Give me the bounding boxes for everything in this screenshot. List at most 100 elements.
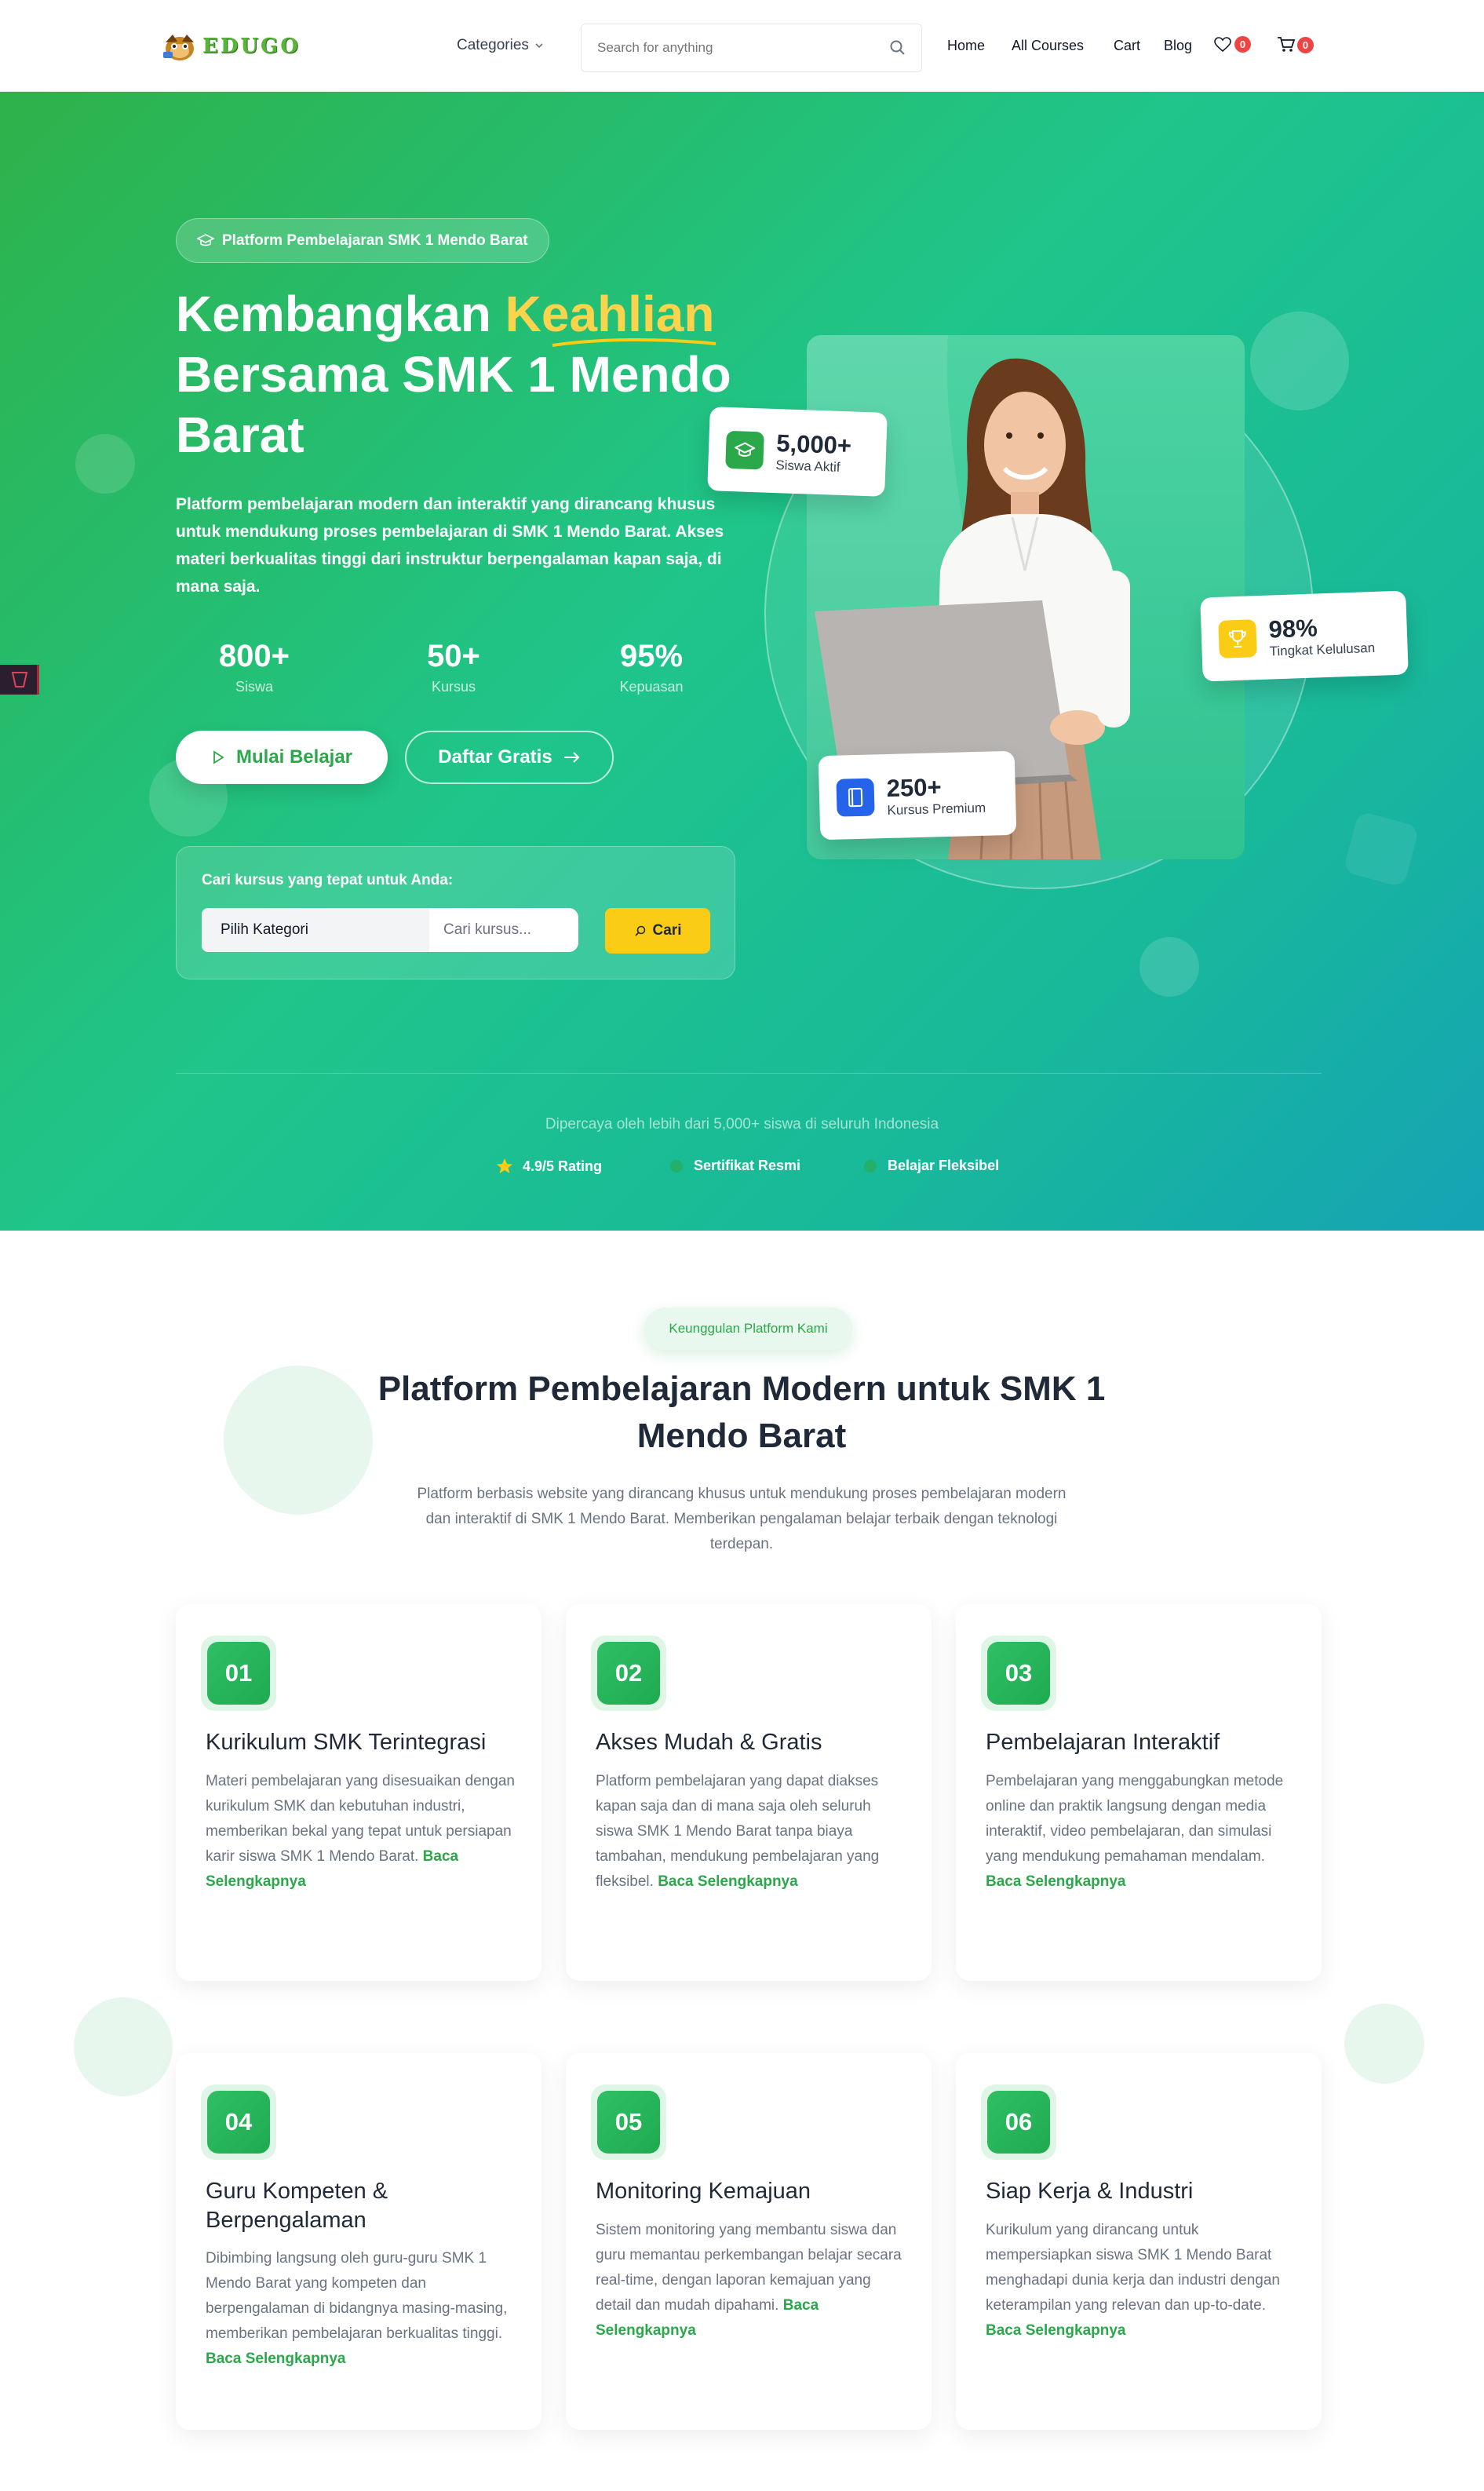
stat-card-label: Tingkat Kelulusan	[1269, 640, 1376, 659]
course-search-box: Cari kursus yang tepat untuk Anda: Pilih…	[176, 846, 735, 979]
logo-text: EDUGO	[202, 35, 301, 58]
hero-pill: Platform Pembelajaran SMK 1 Mendo Barat	[176, 218, 549, 263]
trophy-icon	[1218, 618, 1257, 658]
features-subtitle: Platform berbasis website yang dirancang…	[417, 1486, 1067, 1552]
stat-card-label: Siswa Aktif	[775, 457, 840, 475]
certificate-icon	[670, 1159, 683, 1173]
feature-description: Platform pembelajaran yang dapat diakses…	[596, 1773, 880, 1890]
course-search-button[interactable]: Cari	[605, 908, 710, 954]
feature-title: Guru Kompeten & Berpengalaman	[206, 2179, 388, 2233]
trust-item-rating: 4.9/5 Rating	[496, 1158, 602, 1175]
feature-card: 04 Guru Kompeten & Berpengalaman Dibimbi…	[176, 2053, 541, 2430]
heart-icon	[1214, 36, 1231, 52]
hero-title: Kembangkan Keahlian Bersama SMK 1 Mendo …	[176, 284, 772, 465]
trust-text: Dipercaya oleh lebih dari 5,000+ siswa d…	[545, 1116, 939, 1132]
hero-title-highlight: Keahlian	[505, 284, 716, 347]
feature-number: 03	[981, 1636, 1056, 1711]
features-title: Platform Pembelajaran Modern untuk SMK 1…	[377, 1370, 1106, 1455]
feature-number: 01	[201, 1636, 276, 1711]
hero-stats: 800+ Siswa 50+ Kursus 95% Kepuasan	[176, 639, 725, 717]
decor-bubble	[75, 434, 135, 494]
logo[interactable]: EDUGO	[162, 28, 301, 64]
feature-title: Akses Mudah & Gratis	[596, 1730, 822, 1755]
wishlist-count-badge: 0	[1234, 36, 1251, 53]
feature-description: Kurikulum yang dirancang untuk mempersia…	[986, 2222, 1280, 2339]
course-search-title: Cari kursus yang tepat untuk Anda:	[202, 872, 454, 888]
feature-number: 06	[981, 2084, 1056, 2160]
stat-item: 800+ Siswa	[176, 639, 333, 695]
stat-item: 50+ Kursus	[375, 639, 532, 695]
decor-square	[1343, 811, 1420, 888]
feature-title: Kurikulum SMK Terintegrasi	[206, 1730, 487, 1755]
stat-label: Kursus	[431, 679, 476, 695]
clock-icon	[864, 1159, 877, 1173]
stat-label: Kepuasan	[619, 679, 684, 695]
nav-link-blog[interactable]: Blog	[1164, 38, 1192, 54]
graduation-cap-icon	[197, 233, 214, 246]
star-icon	[497, 1158, 512, 1173]
categories-label: Categories	[457, 37, 529, 53]
stat-card-value: 98%	[1268, 613, 1318, 644]
register-free-label: Daftar Gratis	[438, 746, 552, 768]
feature-card: 01 Kurikulum SMK Terintegrasi Materi pem…	[176, 1604, 541, 1981]
feature-card: 05 Monitoring Kemajuan Sistem monitoring…	[566, 2053, 932, 2430]
course-search-input[interactable]: Cari kursus...	[429, 908, 578, 952]
category-select[interactable]: Pilih Kategori	[202, 908, 429, 952]
book-icon	[836, 777, 875, 817]
decor-bubble	[1250, 312, 1349, 410]
stat-card-premium-courses: 250+ Kursus Premium	[818, 750, 1017, 841]
hero-title-part2: Bersama SMK 1 Mendo Barat	[176, 346, 731, 463]
hero-pill-text: Platform Pembelajaran SMK 1 Mendo Barat	[222, 232, 528, 249]
feature-card: 06 Siap Kerja & Industri Kurikulum yang …	[956, 2053, 1322, 2430]
categories-dropdown[interactable]: Categories	[457, 37, 545, 54]
read-more-link[interactable]: Baca Selengkapnya	[986, 1873, 1125, 1890]
feature-number: 04	[201, 2084, 276, 2160]
trust-item-label: 4.9/5 Rating	[523, 1158, 603, 1174]
hero-section: Platform Pembelajaran SMK 1 Mendo Barat …	[0, 92, 1484, 1231]
read-more-link[interactable]: Baca Selengkapnya	[658, 1873, 797, 1890]
stat-card-graduation-rate: 98% Tingkat Kelulusan	[1200, 590, 1409, 682]
feature-card: 03 Pembelajaran Interaktif Pembelajaran …	[956, 1604, 1322, 1981]
cart-icon	[1278, 37, 1296, 52]
start-learning-label: Mulai Belajar	[235, 746, 353, 768]
nav-link-all-courses[interactable]: All Courses	[1012, 38, 1084, 54]
feature-description: Dibimbing langsung oleh guru-guru SMK 1 …	[206, 2250, 508, 2367]
nav-link-home[interactable]: Home	[947, 38, 985, 54]
search-icon[interactable]	[888, 38, 907, 57]
register-free-button[interactable]: Daftar Gratis	[405, 731, 614, 784]
feature-description: Pembelajaran yang menggabungkan metode o…	[986, 1773, 1284, 1890]
start-learning-button[interactable]: Mulai Belajar	[176, 731, 388, 784]
feature-description: Materi pembelajaran yang disesuaikan den…	[206, 1773, 515, 1890]
stat-card-value: 250+	[886, 772, 943, 802]
read-more-link[interactable]: Baca Selengkapnya	[986, 2322, 1125, 2339]
feature-title: Monitoring Kemajuan	[596, 2179, 811, 2204]
wishlist-button[interactable]: 0	[1214, 36, 1251, 53]
feature-title: Pembelajaran Interaktif	[986, 1730, 1220, 1755]
stat-card-active-students: 5,000+ Siswa Aktif	[707, 407, 888, 497]
nav-link-cart[interactable]: Cart	[1114, 38, 1140, 54]
play-icon	[213, 750, 224, 764]
search-input[interactable]	[597, 24, 880, 71]
widget-icon	[11, 672, 28, 687]
decor-circle	[74, 1997, 173, 2096]
decor-circle	[1344, 2004, 1424, 2084]
stat-value: 95%	[619, 639, 684, 673]
logo-mascot-icon	[162, 28, 198, 64]
stat-card-label: Kursus Premium	[887, 800, 986, 818]
read-more-link[interactable]: Baca Selengkapnya	[206, 2351, 345, 2367]
stat-label: Siswa	[235, 679, 273, 695]
hero-divider	[176, 1073, 1322, 1074]
graduation-cap-icon	[725, 430, 764, 469]
navbar: EDUGO Categories Home All Courses Cart B…	[0, 0, 1484, 92]
search-icon	[634, 925, 645, 936]
decor-bubble	[1139, 937, 1199, 997]
hero-title-part1: Kembangkan	[176, 286, 505, 342]
stat-value: 50+	[427, 639, 480, 673]
floating-side-widget[interactable]	[0, 665, 39, 695]
stat-card-value: 5,000+	[775, 429, 852, 459]
cart-button[interactable]: 0	[1277, 36, 1314, 53]
cart-count-badge: 0	[1297, 36, 1314, 53]
feature-card: 02 Akses Mudah & Gratis Platform pembela…	[566, 1604, 932, 1981]
arrow-right-icon	[563, 752, 580, 763]
feature-title: Siap Kerja & Industri	[986, 2179, 1194, 2204]
